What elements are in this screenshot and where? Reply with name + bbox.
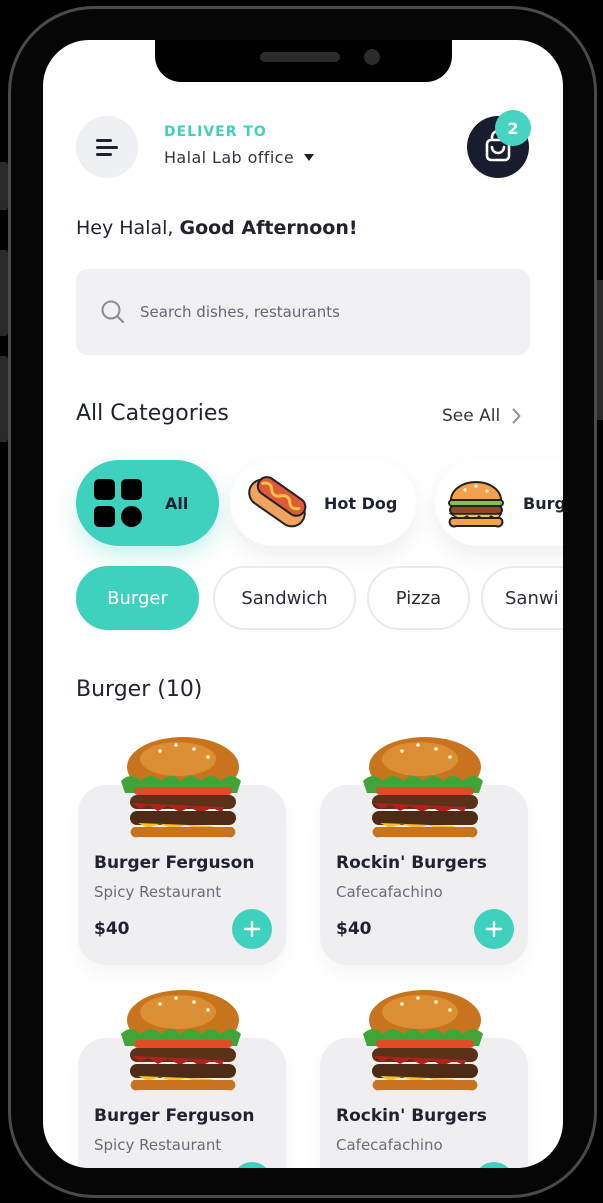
add-to-cart-button[interactable] [474,909,514,949]
burger-image [118,984,248,1100]
menu-button[interactable] [76,116,138,178]
categories-title: All Categories [76,401,229,426]
filter-chip-pizza[interactable]: Pizza [367,566,470,630]
caret-down-icon [304,154,315,161]
product-card[interactable]: Rockin' Burgers Cafecafachino $40 [320,737,528,965]
product-name: Burger Ferguson [94,1106,255,1126]
speaker-grille [260,52,340,62]
product-restaurant: Spicy Restaurant [94,1136,222,1154]
add-to-cart-button[interactable] [474,1162,514,1168]
chevron-right-icon [512,408,521,424]
volume-up-button [0,250,8,336]
menu-icon [96,139,112,142]
grid-icon [94,479,142,527]
filter-chip-sanwich[interactable]: Sanwi [481,566,563,630]
see-all-link[interactable]: See All [442,406,521,426]
add-to-cart-button[interactable] [232,909,272,949]
category-hot-dog[interactable]: Hot Dog [230,460,416,546]
product-restaurant: Spicy Restaurant [94,883,222,901]
product-card[interactable]: Rockin' Burgers Cafecafachino [320,990,528,1168]
plus-icon [243,920,261,938]
category-all[interactable]: All [76,460,219,546]
product-card[interactable]: Burger Ferguson Spicy Restaurant [78,990,286,1168]
filter-chip-burger[interactable]: Burger [76,566,199,630]
section-title: Burger (10) [76,677,203,702]
product-name: Burger Ferguson [94,853,255,873]
cart-count-badge: 2 [495,110,531,146]
burger-icon [448,481,504,528]
category-burger[interactable]: Burg [435,460,563,546]
product-name: Rockin' Burgers [336,853,487,873]
burger-image [118,731,248,847]
product-restaurant: Cafecafachino [336,883,443,901]
search-input[interactable]: Search dishes, restaurants [76,269,530,355]
search-icon [101,300,125,324]
volume-down-button [0,356,8,442]
hot-dog-icon [248,476,307,528]
burger-image [360,731,490,847]
add-to-cart-button[interactable] [232,1162,272,1168]
app-screen: DELIVER TO Halal Lab office 2 Hey Halal,… [43,40,563,1168]
deliver-to-label: DELIVER TO [164,124,267,140]
burger-image [360,984,490,1100]
product-restaurant: Cafecafachino [336,1136,443,1154]
location-text: Halal Lab office [164,148,295,167]
filter-chip-sandwich[interactable]: Sandwich [213,566,356,630]
search-placeholder: Search dishes, restaurants [140,303,340,321]
location-selector[interactable]: Halal Lab office [164,148,315,167]
product-card[interactable]: Burger Ferguson Spicy Restaurant $40 [78,737,286,965]
front-camera [364,49,380,65]
product-name: Rockin' Burgers [336,1106,487,1126]
plus-icon [485,920,503,938]
silent-switch [0,162,8,210]
phone-notch [155,40,452,82]
greeting-text: Hey Halal, Good Afternoon! [76,217,358,239]
product-price: $40 [94,919,130,939]
product-price: $40 [336,919,372,939]
